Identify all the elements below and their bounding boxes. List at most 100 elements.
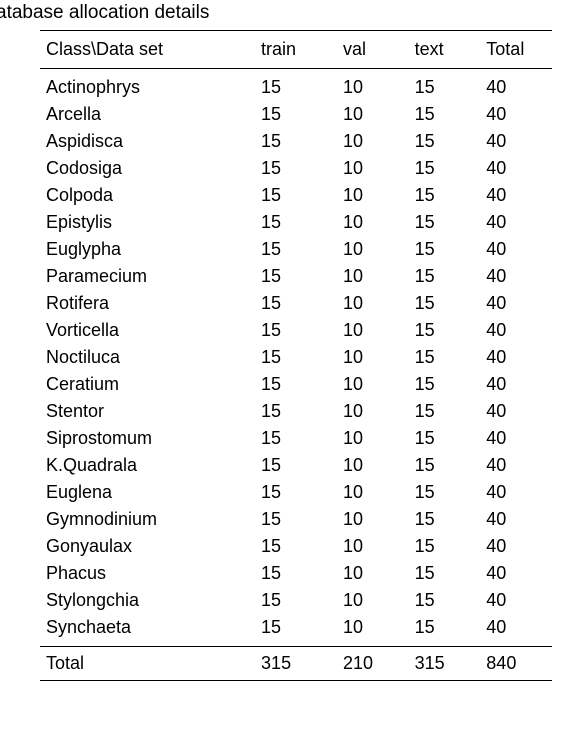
- cell-text: 15: [409, 290, 481, 317]
- cell-train: 15: [255, 533, 337, 560]
- cell-total-val: 210: [337, 647, 409, 681]
- table-row: Gonyaulax15101540: [40, 533, 552, 560]
- cell-total-grand: 840: [480, 647, 552, 681]
- cell-text: 15: [409, 614, 481, 647]
- table-row: Gymnodinium15101540: [40, 506, 552, 533]
- cell-total-label: Total: [40, 647, 255, 681]
- table-row: Stentor15101540: [40, 398, 552, 425]
- col-header-text: text: [409, 31, 481, 69]
- cell-val: 10: [337, 236, 409, 263]
- cell-total: 40: [480, 614, 552, 647]
- cell-text: 15: [409, 344, 481, 371]
- cell-total: 40: [480, 587, 552, 614]
- table-row: Aspidisca15101540: [40, 128, 552, 155]
- table-row: Phacus15101540: [40, 560, 552, 587]
- table-total-row: Total315210315840: [40, 647, 552, 681]
- cell-total: 40: [480, 236, 552, 263]
- cell-text: 15: [409, 236, 481, 263]
- cell-val: 10: [337, 614, 409, 647]
- cell-class: Colpoda: [40, 182, 255, 209]
- cell-train: 15: [255, 182, 337, 209]
- col-header-train: train: [255, 31, 337, 69]
- table-row: Epistylis15101540: [40, 209, 552, 236]
- cell-train: 15: [255, 452, 337, 479]
- cell-total: 40: [480, 560, 552, 587]
- cell-total: 40: [480, 344, 552, 371]
- table-row: Synchaeta15101540: [40, 614, 552, 647]
- cell-total: 40: [480, 182, 552, 209]
- cell-text: 15: [409, 128, 481, 155]
- cell-text: 15: [409, 209, 481, 236]
- table-row: Ceratium15101540: [40, 371, 552, 398]
- cell-train: 15: [255, 236, 337, 263]
- cell-text: 15: [409, 182, 481, 209]
- col-header-val: val: [337, 31, 409, 69]
- cell-val: 10: [337, 560, 409, 587]
- cell-total: 40: [480, 101, 552, 128]
- cell-class: Epistylis: [40, 209, 255, 236]
- cell-val: 10: [337, 587, 409, 614]
- cell-total: 40: [480, 69, 552, 102]
- cell-total: 40: [480, 155, 552, 182]
- cell-class: Phacus: [40, 560, 255, 587]
- table-header-row: Class\Data set train val text Total: [40, 31, 552, 69]
- cell-total: 40: [480, 317, 552, 344]
- cell-val: 10: [337, 398, 409, 425]
- cell-total: 40: [480, 263, 552, 290]
- cell-val: 10: [337, 209, 409, 236]
- cell-text: 15: [409, 371, 481, 398]
- cell-val: 10: [337, 182, 409, 209]
- cell-total: 40: [480, 371, 552, 398]
- cell-train: 15: [255, 263, 337, 290]
- cell-train: 15: [255, 371, 337, 398]
- cell-text: 15: [409, 101, 481, 128]
- table-row: Paramecium15101540: [40, 263, 552, 290]
- table-row: Euglypha15101540: [40, 236, 552, 263]
- table-row: Siprostomum15101540: [40, 425, 552, 452]
- cell-class: Siprostomum: [40, 425, 255, 452]
- cell-total-text: 315: [409, 647, 481, 681]
- table-row: Rotifera15101540: [40, 290, 552, 317]
- cell-train: 15: [255, 587, 337, 614]
- cell-class: Synchaeta: [40, 614, 255, 647]
- cell-train: 15: [255, 479, 337, 506]
- cell-val: 10: [337, 479, 409, 506]
- cell-total-train: 315: [255, 647, 337, 681]
- table-row: Actinophrys15101540: [40, 69, 552, 102]
- cell-class: Rotifera: [40, 290, 255, 317]
- cell-val: 10: [337, 425, 409, 452]
- table-row: K.Quadrala15101540: [40, 452, 552, 479]
- col-header-total: Total: [480, 31, 552, 69]
- cell-text: 15: [409, 587, 481, 614]
- cell-total: 40: [480, 533, 552, 560]
- cell-train: 15: [255, 101, 337, 128]
- allocation-table: Class\Data set train val text Total Acti…: [40, 30, 552, 681]
- cell-text: 15: [409, 452, 481, 479]
- table-row: Vorticella15101540: [40, 317, 552, 344]
- cell-val: 10: [337, 263, 409, 290]
- cell-val: 10: [337, 290, 409, 317]
- cell-text: 15: [409, 155, 481, 182]
- cell-text: 15: [409, 263, 481, 290]
- cell-text: 15: [409, 69, 481, 102]
- cell-train: 15: [255, 128, 337, 155]
- cell-class: Vorticella: [40, 317, 255, 344]
- cell-val: 10: [337, 128, 409, 155]
- cell-class: Stentor: [40, 398, 255, 425]
- cell-val: 10: [337, 371, 409, 398]
- cell-total: 40: [480, 425, 552, 452]
- cell-total: 40: [480, 452, 552, 479]
- cell-text: 15: [409, 398, 481, 425]
- cell-val: 10: [337, 69, 409, 102]
- cell-val: 10: [337, 317, 409, 344]
- cell-class: Euglypha: [40, 236, 255, 263]
- table-container: Class\Data set train val text Total Acti…: [0, 30, 580, 681]
- cell-val: 10: [337, 452, 409, 479]
- cell-train: 15: [255, 69, 337, 102]
- table-row: Noctiluca15101540: [40, 344, 552, 371]
- cell-class: Gonyaulax: [40, 533, 255, 560]
- cell-class: Aspidisca: [40, 128, 255, 155]
- cell-text: 15: [409, 560, 481, 587]
- cell-train: 15: [255, 290, 337, 317]
- cell-total: 40: [480, 290, 552, 317]
